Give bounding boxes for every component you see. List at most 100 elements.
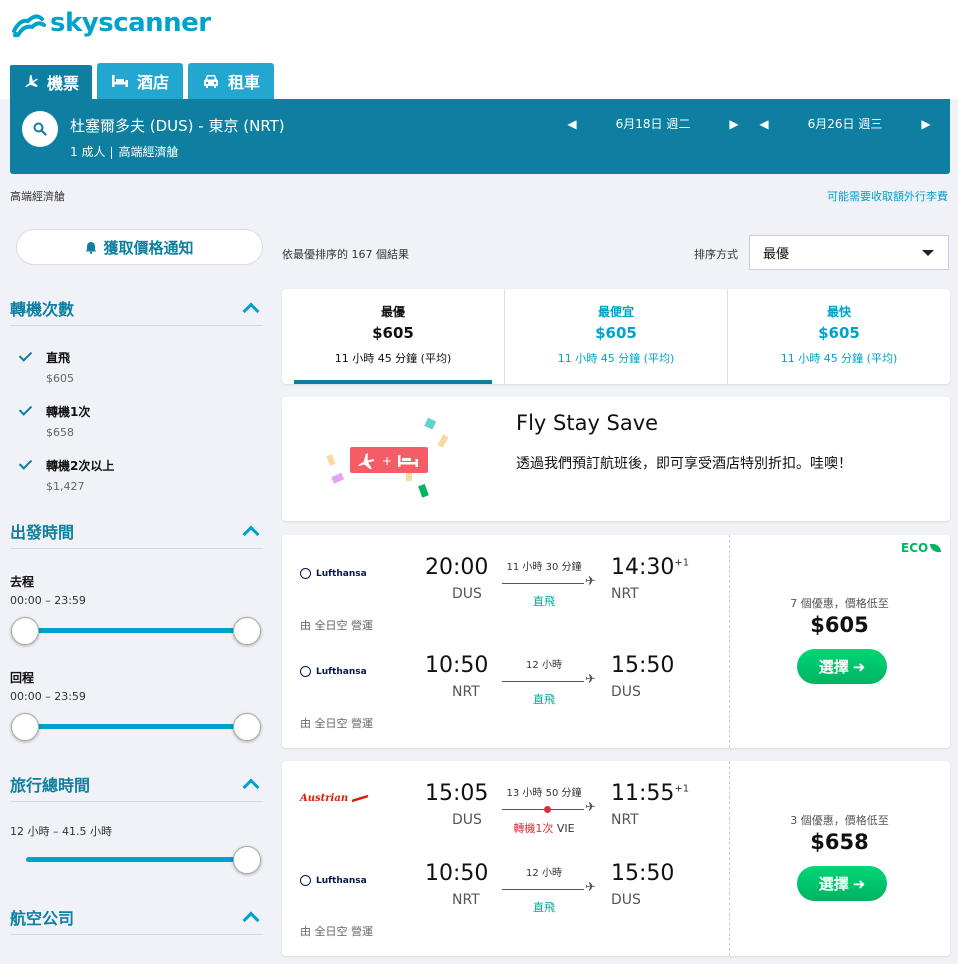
outbound-next-date-icon[interactable]: ▶ <box>728 117 740 131</box>
duration-slider-handle[interactable] <box>233 846 261 874</box>
airline-logo: Lufthansa <box>300 666 367 677</box>
outbound-slider-end-handle[interactable] <box>233 617 261 645</box>
return-next-date-icon[interactable]: ▶ <box>920 117 932 131</box>
filter-duration-title: 旅行總時間 <box>10 775 91 795</box>
logo-text: skyscanner <box>50 8 211 38</box>
eco-badge: ECO <box>901 541 942 555</box>
sort-tab-price: $605 <box>372 324 414 342</box>
checkbox-checked-icon[interactable] <box>18 457 32 471</box>
product-tabs: 機票 酒店 租車 <box>10 63 275 99</box>
leaf-icon <box>930 544 942 552</box>
lufthansa-crane-icon <box>300 875 311 886</box>
outbound-date-control: ◀ 6月18日 週二 ▶ <box>566 115 740 132</box>
filter-departure-header[interactable]: 出發時間 <box>10 513 263 549</box>
duration-slider-track[interactable] <box>26 857 248 862</box>
sort-tab-duration: 11 小時 45 分鐘 (平均) <box>780 352 898 365</box>
stops-option-direct[interactable]: 直飛 $605 <box>18 349 74 385</box>
arrival-time-value: 11:55 <box>611 781 675 806</box>
option-price: $605 <box>46 372 74 385</box>
skyscanner-cloud-icon <box>12 14 46 37</box>
stops-label: 轉機1次 VIE <box>502 820 586 836</box>
checkbox-checked-icon[interactable] <box>18 403 32 417</box>
return-slider-track[interactable] <box>26 724 248 729</box>
plane-arrival-icon: ✈ <box>585 672 596 687</box>
chevron-up-icon <box>242 911 260 928</box>
select-button[interactable]: 選擇 ➜ <box>797 649 887 684</box>
route-line <box>502 889 584 890</box>
airline-name: Austrian <box>300 793 349 804</box>
duration-slider-range: 12 小時 – 41.5 小時 <box>10 825 112 838</box>
flight-result-card[interactable]: Lufthansa 20:00 DUS 11 小時 30 分鐘 ✈ 直飛 14:… <box>282 535 950 748</box>
tab-flights[interactable]: 機票 <box>10 63 93 99</box>
select-button[interactable]: 選擇 ➜ <box>797 866 887 901</box>
sort-select[interactable]: 最優 <box>749 235 949 270</box>
stops-label: 直飛 <box>533 901 555 914</box>
stops-label: 直飛 <box>533 595 555 608</box>
departure-time: 20:00 <box>425 555 489 580</box>
outbound-slider-track[interactable] <box>26 628 248 633</box>
stops-option-one-stop[interactable]: 轉機1次 $658 <box>18 403 90 439</box>
flight-result-card[interactable]: Austrian 15:05 DUS 13 小時 50 分鐘 ✈ 轉機1次 VI… <box>282 761 950 956</box>
outbound-slider-label: 去程 <box>10 575 35 589</box>
flight-price: $658 <box>810 830 869 854</box>
arrival-airport: NRT <box>611 586 639 602</box>
promo-plus: + <box>382 454 392 468</box>
sort-tabs: 最優 $605 11 小時 45 分鐘 (平均) 最便宜 $605 11 小時 … <box>282 289 950 384</box>
logo[interactable]: skyscanner <box>10 8 211 38</box>
outbound-date[interactable]: 6月18日 週二 <box>578 115 728 132</box>
search-summary-bar[interactable]: 杜塞爾多夫 (DUS) - 東京 (NRT) 1 成人 高端經濟艙 ◀ 6月18日… <box>10 99 950 174</box>
austrian-wing-icon <box>351 794 369 803</box>
filter-stops-header[interactable]: 轉機次數 <box>10 290 263 326</box>
outbound-prev-date-icon[interactable]: ◀ <box>566 117 578 131</box>
option-price: $1,427 <box>46 480 85 493</box>
lufthansa-crane-icon <box>300 666 311 677</box>
stops-count: 轉機1次 <box>513 822 554 835</box>
sort-tab-price: $605 <box>818 324 860 342</box>
return-prev-date-icon[interactable]: ◀ <box>758 117 770 131</box>
card-divider <box>729 761 730 956</box>
route-line <box>502 583 584 584</box>
car-icon <box>204 75 219 88</box>
passenger-cabin[interactable]: 1 成人 高端經濟艙 <box>70 143 178 160</box>
promo-description: 透過我們預訂航班後，即可享受酒店特別折扣。哇噢！ <box>516 456 852 472</box>
airline-name: Lufthansa <box>316 568 367 579</box>
departure-time: 10:50 <box>425 653 489 678</box>
outbound-leg: Lufthansa 20:00 DUS 11 小時 30 分鐘 ✈ 直飛 14:… <box>282 535 729 633</box>
filter-airlines-title: 航空公司 <box>10 908 75 928</box>
tab-cars[interactable]: 租車 <box>188 63 275 99</box>
sort-label: 排序方式 <box>694 248 738 261</box>
route-text[interactable]: 杜塞爾多夫 (DUS) - 東京 (NRT) <box>70 115 285 136</box>
return-slider-start-handle[interactable] <box>11 713 39 741</box>
fly-stay-save-banner[interactable]: + Fly Stay Save 透過我們預訂航班後，即可享受酒店特別折扣。哇噢！ <box>282 397 950 521</box>
sort-tab-best[interactable]: 最優 $605 11 小時 45 分鐘 (平均) <box>282 289 504 384</box>
filter-duration-header[interactable]: 旅行總時間 <box>10 766 263 802</box>
filter-airlines-header[interactable]: 航空公司 <box>10 899 263 935</box>
return-date-control: ◀ 6月26日 週三 ▶ <box>758 115 932 132</box>
checkbox-checked-icon[interactable] <box>18 349 32 363</box>
arrival-airport: NRT <box>611 812 639 828</box>
stops-option-two-plus[interactable]: 轉機2次以上 $1,427 <box>18 457 114 493</box>
arrow-right-icon: ➜ <box>852 657 866 676</box>
return-leg: Lufthansa 10:50 NRT 12 小時 ✈ 直飛 15:50 DUS… <box>282 633 729 731</box>
chevron-up-icon <box>242 525 260 542</box>
return-slider-end-handle[interactable] <box>233 713 261 741</box>
confetti-illustration-icon: + <box>326 417 449 498</box>
price-alert-button[interactable]: 獲取價格通知 <box>16 229 263 265</box>
arrival-airport: DUS <box>611 684 641 700</box>
sort-tab-fastest[interactable]: 最快 $605 11 小時 45 分鐘 (平均) <box>727 289 950 384</box>
sort-tab-cheapest[interactable]: 最便宜 $605 11 小時 45 分鐘 (平均) <box>504 289 727 384</box>
baggage-fee-link[interactable]: 可能需要收取額外行李費 <box>827 188 948 204</box>
select-label: 選擇 <box>818 875 849 893</box>
sort-tab-duration: 11 小時 45 分鐘 (平均) <box>557 352 675 365</box>
sort-tab-label: 最快 <box>826 305 851 319</box>
cabin-class: 高端經濟艙 <box>118 145 179 159</box>
airline-name: Lufthansa <box>316 875 367 886</box>
arrival-time: 11:55+1 <box>611 781 689 806</box>
return-date[interactable]: 6月26日 週三 <box>770 115 920 132</box>
price-alert-label: 獲取價格通知 <box>103 238 194 257</box>
search-button[interactable] <box>22 111 58 147</box>
plane-arrival-icon: ✈ <box>585 574 596 589</box>
outbound-slider-range: 00:00 – 23:59 <box>10 594 86 607</box>
outbound-slider-start-handle[interactable] <box>11 617 39 645</box>
tab-hotels[interactable]: 酒店 <box>97 63 184 99</box>
